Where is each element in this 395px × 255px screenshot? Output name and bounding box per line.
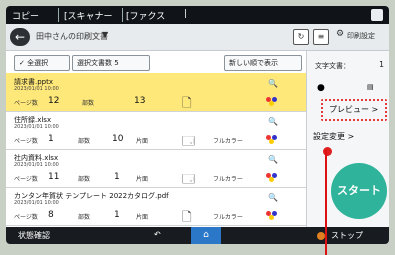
arrow-left-icon: ←: [14, 30, 26, 44]
mode-value: 片面: [136, 138, 149, 145]
status-check-button[interactable]: 状態確認: [18, 230, 50, 241]
list-item[interactable]: 社内資料.xlsx 2023/01/01 10:00 ページ数 11 部数 1 …: [6, 149, 306, 188]
sort-button[interactable]: 新しい順で表示: [224, 55, 302, 71]
copies-label: 部数: [82, 100, 95, 107]
file-date: 2023/01/01 10:00: [14, 200, 59, 206]
gear-icon[interactable]: ⚙: [336, 29, 344, 39]
status-bar: コピー [スキャナー [ファクス |: [6, 6, 389, 24]
selected-count: 選択文書数 5: [72, 55, 150, 71]
title-bar: ← 田中さんの印刷文書 ▼ ↻ ≡ ⚙ 印刷設定: [6, 24, 389, 51]
mode-value: 片面: [136, 176, 149, 183]
document-icon: 🗋: [182, 210, 192, 224]
copies-label: 部数: [78, 176, 91, 183]
stop-indicator: [317, 232, 325, 240]
bottom-bar: 状態確認 ↶ ⌂ ストップ: [6, 227, 389, 244]
check-icon: ✓: [19, 59, 28, 67]
tab-separator: |: [184, 9, 188, 19]
file-date: 2023/01/01 10:00: [14, 86, 59, 92]
right-panel: 文字文書： 1 ● ▤ プレビュー > 設定変更 > スタート: [306, 51, 389, 227]
home-icon[interactable]: ⌂: [191, 227, 221, 244]
chevron-down-icon[interactable]: ▼: [102, 30, 108, 39]
printer-icon: ●: [317, 83, 325, 93]
file-list: 請求書.pptx 2023/01/01 10:00 ページ数 12 部数 13 …: [6, 73, 306, 227]
stop-button[interactable]: ストップ: [331, 230, 363, 241]
total-value: 1: [379, 60, 385, 69]
select-all-button[interactable]: ✓ 全選択: [14, 55, 70, 71]
mode-value: 片面: [136, 214, 149, 221]
toolbar: ✓ 全選択 選択文書数 5 新しい順で表示: [6, 51, 306, 73]
back-button[interactable]: ←: [10, 28, 30, 46]
copies-value: 1: [114, 210, 120, 220]
color-icon: [266, 135, 280, 145]
undo-icon[interactable]: ↶: [154, 230, 161, 239]
page-title: 田中さんの印刷文書: [36, 32, 108, 41]
pages-label: ページ数: [14, 176, 38, 183]
pages-value: 1: [48, 134, 54, 144]
pages-label: ページ数: [14, 214, 38, 221]
start-button[interactable]: スタート: [331, 163, 387, 219]
color-icon: [266, 211, 280, 221]
zoom-icon[interactable]: 🔍: [268, 79, 278, 88]
divider: [58, 8, 59, 22]
menu-button[interactable]: ≡: [313, 29, 329, 45]
pointer-line: [325, 150, 327, 255]
file-date: 2023/01/01 10:00: [14, 124, 59, 130]
copies-label: 部数: [78, 214, 91, 221]
zoom-icon[interactable]: 🔍: [268, 117, 278, 126]
select-all-label: 全選択: [27, 59, 49, 67]
tab-scanner[interactable]: [スキャナー: [64, 9, 113, 22]
zoom-icon[interactable]: 🔍: [268, 193, 278, 202]
refresh-button[interactable]: ↻: [293, 29, 309, 45]
pages-value: 12: [48, 96, 60, 106]
copies-value: 1: [114, 172, 120, 182]
document-stack-icon: ▤: [367, 83, 374, 91]
device-frame: コピー [スキャナー [ファクス | ← 田中さんの印刷文書 ▼ ↻ ≡ ⚙ 印…: [0, 0, 395, 255]
color-mode: フルカラー: [213, 214, 243, 221]
pages-label: ページ数: [14, 100, 38, 107]
menu-icon: ≡: [317, 32, 325, 41]
refresh-icon: ↻: [297, 32, 305, 41]
pages-value: 11: [48, 172, 60, 182]
settings-change-button[interactable]: 設定変更 >: [313, 131, 354, 142]
status-indicator-icon: [371, 9, 383, 21]
tab-fax[interactable]: [ファクス: [126, 9, 165, 22]
pages-value: 8: [48, 210, 54, 220]
file-date: 2023/01/01 10:00: [14, 162, 59, 168]
preview-button[interactable]: プレビュー >: [321, 99, 387, 121]
settings-label[interactable]: 印刷設定: [347, 31, 375, 41]
list-item[interactable]: カンタン年賀状 テンプレート 2022カタログ.pdf 2023/01/01 1…: [6, 187, 306, 226]
total-label: 文字文書：: [315, 62, 350, 70]
preview-label: プレビュー >: [329, 105, 379, 114]
color-icon: [266, 97, 280, 107]
list-item[interactable]: 請求書.pptx 2023/01/01 10:00 ページ数 12 部数 13 …: [6, 73, 306, 112]
color-mode: フルカラー: [213, 138, 243, 145]
copies-label: 部数: [78, 138, 91, 145]
copies-value: 10: [112, 134, 124, 144]
list-item[interactable]: 住所録.xlsx 2023/01/01 10:00 ページ数 1 部数 10 片…: [6, 111, 306, 150]
color-mode: フルカラー: [213, 176, 243, 183]
screen: コピー [スキャナー [ファクス | ← 田中さんの印刷文書 ▼ ↻ ≡ ⚙ 印…: [6, 6, 389, 244]
divider: [122, 8, 123, 22]
color-icon: [266, 173, 280, 183]
pages-label: ページ数: [14, 138, 38, 145]
tab-copy[interactable]: コピー: [12, 9, 39, 22]
zoom-icon[interactable]: 🔍: [268, 155, 278, 164]
copies-value: 13: [134, 96, 146, 106]
